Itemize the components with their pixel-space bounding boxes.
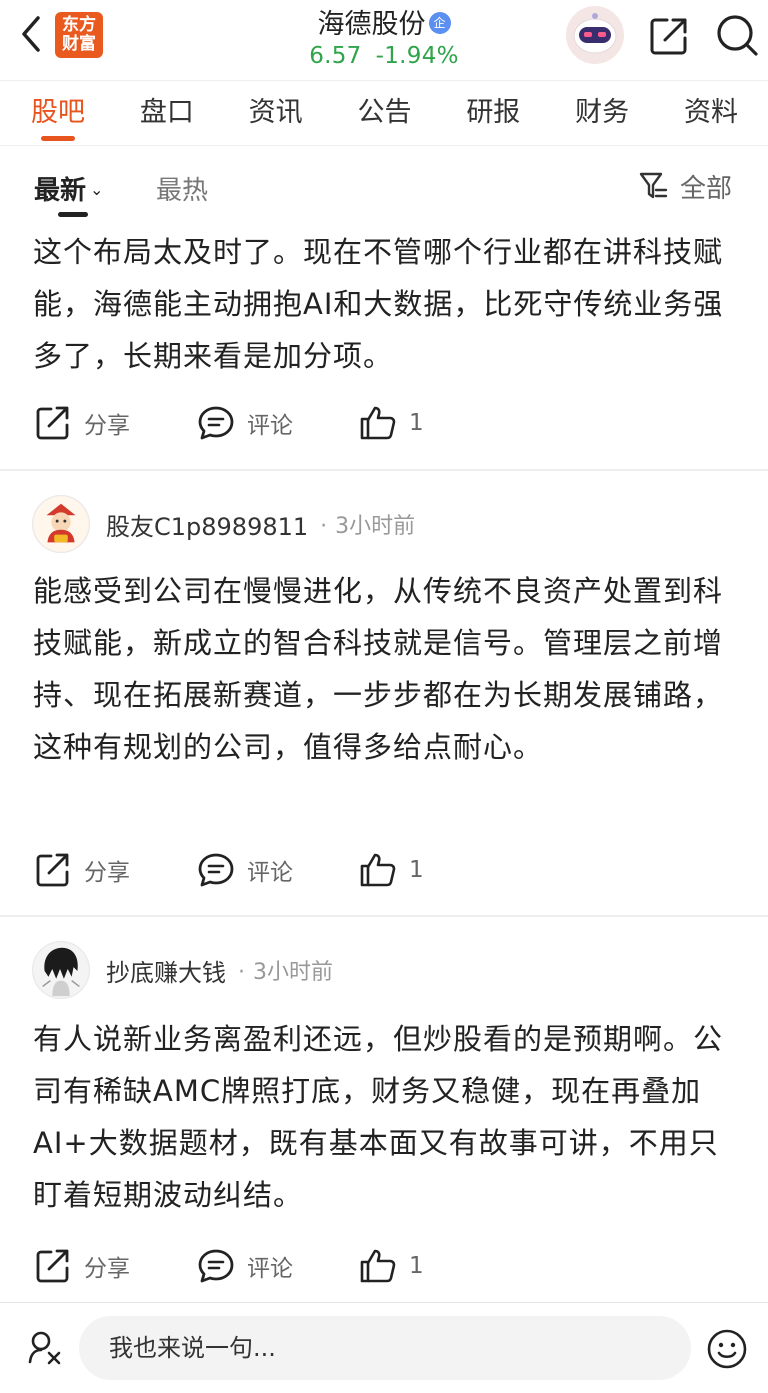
like-button[interactable]: 1 — [359, 403, 424, 443]
thumbs-up-icon — [360, 1249, 396, 1283]
robot-assistant-icon[interactable] — [566, 6, 624, 64]
tab-profile[interactable]: 资料 — [684, 81, 738, 145]
like-button[interactable]: 1 — [359, 1246, 424, 1286]
share-label: 分享 — [84, 860, 130, 886]
sort-newest-label: 最新 — [34, 176, 87, 206]
comment-bar — [0, 1302, 768, 1393]
like-count: 1 — [409, 857, 424, 883]
comment-icon — [198, 406, 234, 440]
post-author[interactable]: 股友C1p8989811 3小时前 — [32, 495, 415, 553]
share-icon — [36, 853, 69, 887]
tab-news[interactable]: 资讯 — [249, 81, 303, 145]
like-count: 1 — [409, 410, 424, 436]
comment-label: 评论 — [247, 1256, 293, 1282]
like-button[interactable]: 1 — [359, 850, 424, 890]
filter-button[interactable]: 全部 — [638, 166, 732, 206]
share-icon[interactable] — [647, 14, 691, 58]
post-time: 3小时前 — [238, 954, 333, 986]
post-actions: 分享 评论 1 — [0, 403, 768, 443]
price-change: -1.94% — [375, 43, 459, 69]
verified-badge: 企 — [428, 12, 451, 34]
comment-button[interactable]: 评论 — [197, 1246, 293, 1286]
author-name[interactable]: 抄底赚大钱 — [106, 953, 226, 988]
filter-icon — [639, 172, 668, 199]
comment-input[interactable] — [79, 1316, 691, 1380]
top-header: 东方 财富 海德股份企 6.57 -1.94% — [0, 0, 768, 80]
sort-active-indicator — [58, 212, 88, 217]
stock-name: 海德股份 — [317, 9, 426, 40]
tab-pankou[interactable]: 盘口 — [140, 81, 194, 145]
comment-label: 评论 — [247, 413, 293, 439]
avatar[interactable] — [32, 941, 90, 999]
share-label: 分享 — [84, 413, 130, 439]
search-icon[interactable] — [714, 12, 760, 58]
post-item[interactable]: 这个布局太及时了。现在不管哪个行业都在讲科技赋能，海德能主动拥抱AI和大数据，比… — [0, 226, 768, 470]
tab-research[interactable]: 研报 — [466, 81, 520, 145]
post-actions: 分享 评论 1 — [0, 1246, 768, 1286]
tab-finance[interactable]: 财务 — [575, 81, 629, 145]
post-content: 这个布局太及时了。现在不管哪个行业都在讲科技赋能，海德能主动拥抱AI和大数据，比… — [33, 235, 724, 373]
comment-button[interactable]: 评论 — [197, 850, 293, 890]
comment-label: 评论 — [247, 860, 293, 886]
user-text-icon[interactable] — [26, 1328, 66, 1368]
filter-label: 全部 — [680, 173, 733, 204]
post-time: 3小时前 — [320, 508, 415, 540]
tab-announcements[interactable]: 公告 — [357, 81, 411, 145]
share-icon — [36, 1249, 69, 1283]
thumbs-up-icon — [360, 406, 396, 440]
comment-icon — [198, 1249, 234, 1283]
share-label: 分享 — [84, 1256, 130, 1282]
post-author[interactable]: 抄底赚大钱 3小时前 — [32, 941, 333, 999]
stock-price: 6.57 — [309, 43, 362, 69]
sort-bar: 最新 ⌄ 最热 全部 — [0, 146, 768, 226]
tab-guba[interactable]: 股吧 — [31, 81, 85, 145]
post-item[interactable]: 股友C1p8989811 3小时前 能感受到公司在慢慢进化，从传统不良资产处置到… — [0, 471, 768, 915]
section-tabs: 股吧 盘口 资讯 公告 研报 财务 资料 — [0, 80, 768, 146]
share-icon — [36, 406, 69, 440]
comment-button[interactable]: 评论 — [197, 403, 293, 443]
share-button[interactable]: 分享 — [34, 403, 130, 443]
post-content: 能感受到公司在慢慢进化，从传统不良资产处置到科技赋能，新成立的智合科技就是信号。… — [33, 574, 724, 764]
post-item[interactable]: 抄底赚大钱 3小时前 有人说新业务离盈利还远，但炒股看的是预期啊。公司有稀缺AM… — [0, 917, 768, 1302]
chevron-down-icon: ⌄ — [90, 180, 104, 199]
share-button[interactable]: 分享 — [34, 1246, 130, 1286]
sort-hottest[interactable]: 最热 — [156, 170, 208, 207]
sort-newest[interactable]: 最新 ⌄ — [34, 170, 103, 207]
avatar[interactable] — [32, 495, 90, 553]
like-count: 1 — [409, 1253, 424, 1279]
share-button[interactable]: 分享 — [34, 850, 130, 890]
post-content: 有人说新业务离盈利还远，但炒股看的是预期啊。公司有稀缺AMC牌照打底，财务又稳健… — [33, 1022, 724, 1212]
comment-icon — [198, 853, 234, 887]
author-name[interactable]: 股友C1p8989811 — [106, 507, 308, 542]
emoji-icon[interactable] — [706, 1328, 748, 1370]
post-actions: 分享 评论 1 — [0, 850, 768, 890]
thumbs-up-icon — [360, 853, 396, 887]
